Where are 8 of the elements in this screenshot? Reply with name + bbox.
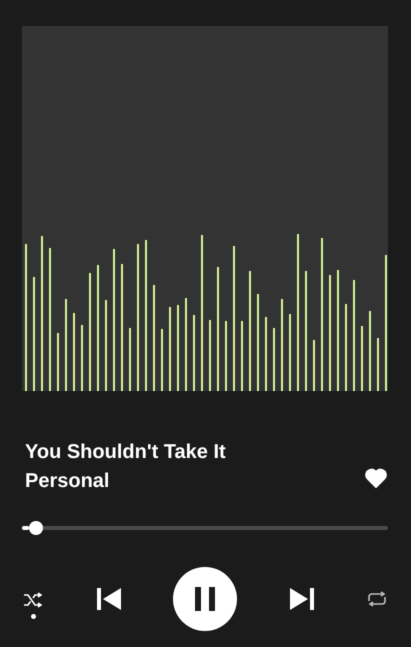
progress-slider[interactable]: [22, 521, 388, 535]
heart-icon[interactable]: [365, 468, 387, 488]
repeat-icon[interactable]: [366, 590, 388, 608]
next-icon[interactable]: [288, 587, 314, 611]
song-title: You Shouldn't Take It Personal: [25, 440, 227, 494]
previous-icon[interactable]: [96, 587, 122, 611]
shuffle-icon[interactable]: [23, 592, 43, 608]
pause-icon: [194, 587, 216, 611]
